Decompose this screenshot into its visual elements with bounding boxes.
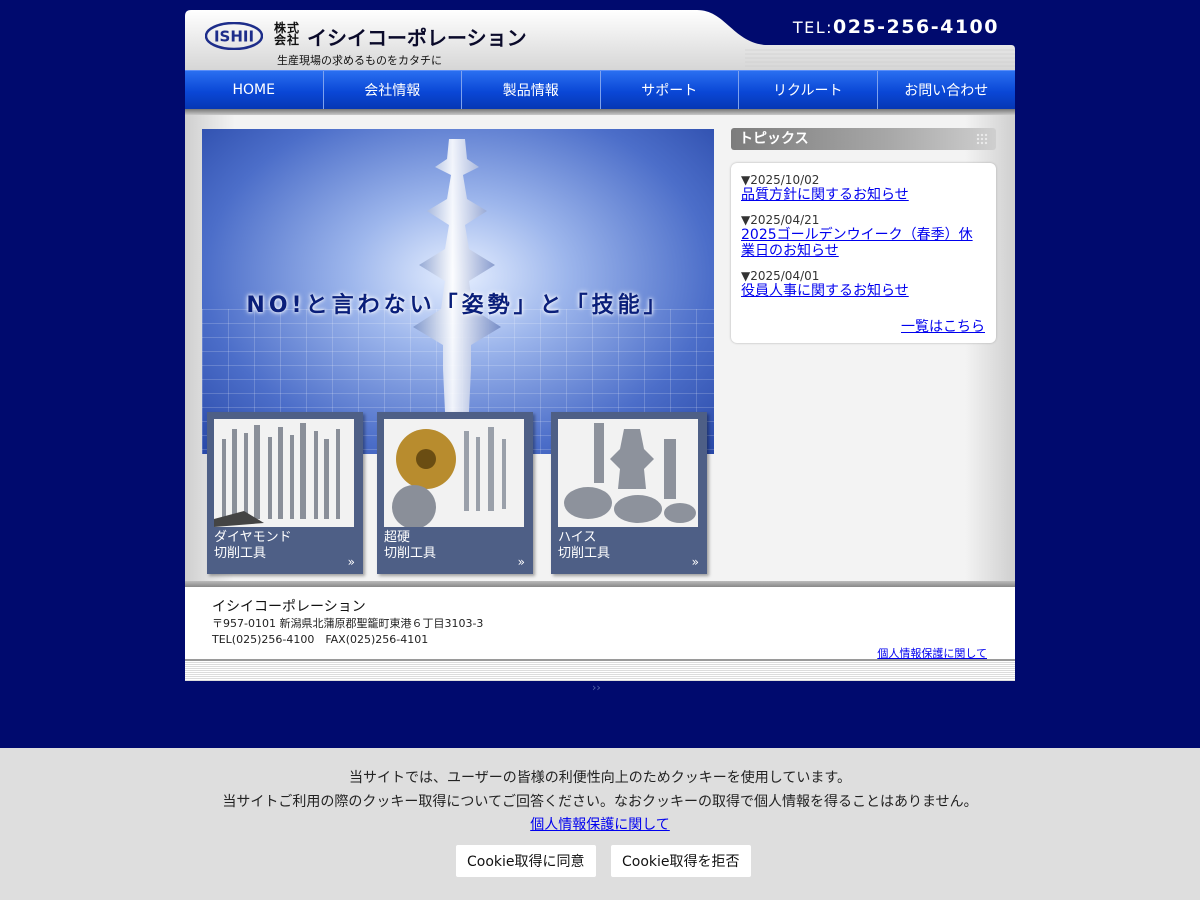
logo-kabushiki-kaisha: 株式会社	[274, 21, 301, 47]
nav-recruit[interactable]: リクルート	[739, 71, 878, 109]
topics-header: トピックス	[731, 128, 996, 150]
footer-company-name: イシイコーポレーション	[212, 599, 366, 615]
double-chevron-right-icon: »	[347, 555, 355, 569]
tel-number: 025-256-4100	[833, 16, 999, 38]
main-nav: HOME 会社情報 製品情報 サポート リクルート お問い合わせ	[185, 70, 1015, 109]
card-diamond-label: ダイヤモンド 切削工具	[214, 530, 292, 561]
footer-address: 〒957-0101 新潟県北蒲原郡聖籠町東港６丁目3103-3	[212, 617, 484, 630]
card-hss-label: ハイス 切削工具	[558, 530, 611, 561]
topics-more-link[interactable]: 一覧はこちら	[901, 316, 985, 336]
topic-link[interactable]: 品質方針に関するお知らせ	[741, 187, 986, 203]
topic-date: ▼2025/04/01	[741, 269, 820, 283]
grip-dots-icon	[976, 133, 988, 145]
carbide-tools-photo	[384, 419, 524, 527]
nav-support[interactable]: サポート	[601, 71, 739, 109]
cookie-accept-button[interactable]: Cookie取得に同意	[456, 845, 596, 877]
topics-title: トピックス	[739, 131, 809, 147]
cookie-reject-button[interactable]: Cookie取得を拒否	[611, 845, 751, 877]
footer-privacy-link[interactable]: 個人情報保護に関して	[877, 645, 987, 661]
topics-box: ▼2025/10/02 品質方針に関するお知らせ ▼2025/04/21 202…	[731, 163, 996, 343]
cookie-banner: 当サイトでは、ユーザーの皆様の利便性向上のためクッキーを使用しています。 当サイ…	[0, 748, 1200, 900]
hero-banner: NO!と言わない「姿勢」と「技能」	[202, 129, 714, 454]
card-diamond-tools[interactable]: ダイヤモンド 切削工具 »	[207, 412, 363, 574]
site-footer: イシイコーポレーション 〒957-0101 新潟県北蒲原郡聖籠町東港６丁目310…	[185, 587, 1015, 661]
cookie-message-1: 当サイトでは、ユーザーの皆様の利便性向上のためクッキーを使用しています。	[349, 770, 851, 786]
footer-stripe	[185, 659, 1015, 681]
cookie-message-2: 当サイトご利用の際のクッキー取得についてご回答ください。なおクッキーの取得で個人…	[222, 794, 978, 810]
main-content: NO!と言わない「姿勢」と「技能」 ダイヤモンド 切削工具 » 超硬 切削工具 …	[185, 115, 1015, 581]
nav-company-info[interactable]: 会社情報	[324, 71, 462, 109]
topic-link[interactable]: 2025ゴールデンウイーク（春季）休業日のお知らせ	[741, 227, 986, 259]
hss-tools-photo	[558, 419, 698, 527]
card-hss-tools[interactable]: ハイス 切削工具 »	[551, 412, 707, 574]
company-logo-icon[interactable]: ISHII	[205, 22, 263, 50]
tel-prefix: TEL:	[792, 18, 834, 37]
footer-tel-fax: TEL(025)256-4100 FAX(025)256-4101	[212, 633, 429, 646]
diamond-tools-photo	[214, 419, 354, 527]
topic-link[interactable]: 役員人事に関するお知らせ	[741, 283, 986, 299]
logo-mark-text: ISHII	[214, 28, 254, 46]
card-carbide-tools[interactable]: 超硬 切削工具 »	[377, 412, 533, 574]
topic-item: ▼2025/04/21 2025ゴールデンウイーク（春季）休業日のお知らせ	[741, 213, 986, 259]
double-chevron-right-icon: »	[517, 555, 525, 569]
nav-products[interactable]: 製品情報	[462, 71, 601, 109]
card-carbide-label: 超硬 切削工具	[384, 530, 437, 561]
cookie-privacy-link-text[interactable]: 個人情報保護に関して	[530, 817, 670, 833]
site-header: ISHII 株式会社 イシイコーポレーション 生産現場の求めるものをカタチに T…	[185, 10, 1015, 70]
topic-date: ▼2025/04/21	[741, 213, 820, 227]
nav-home[interactable]: HOME	[185, 71, 324, 109]
header-tagline: 生産現場の求めるものをカタチに	[277, 54, 442, 67]
cookie-privacy-link: 個人情報保護に関して	[0, 814, 1200, 834]
double-chevron-right-icon: »	[691, 555, 699, 569]
topic-item: ▼2025/04/01 役員人事に関するお知らせ	[741, 269, 986, 299]
nav-contact[interactable]: お問い合わせ	[878, 71, 1016, 109]
page-container: ISHII 株式会社 イシイコーポレーション 生産現場の求めるものをカタチに T…	[185, 10, 1015, 681]
topic-item: ▼2025/10/02 品質方針に関するお知らせ	[741, 173, 986, 203]
hero-copy: NO!と言わない「姿勢」と「技能」	[246, 293, 670, 318]
chevron-right-icon: ››	[592, 681, 601, 694]
topic-date: ▼2025/10/02	[741, 173, 820, 187]
header-tel: TEL:025-256-4100	[793, 16, 999, 38]
logo-company-name[interactable]: イシイコーポレーション	[307, 22, 527, 51]
